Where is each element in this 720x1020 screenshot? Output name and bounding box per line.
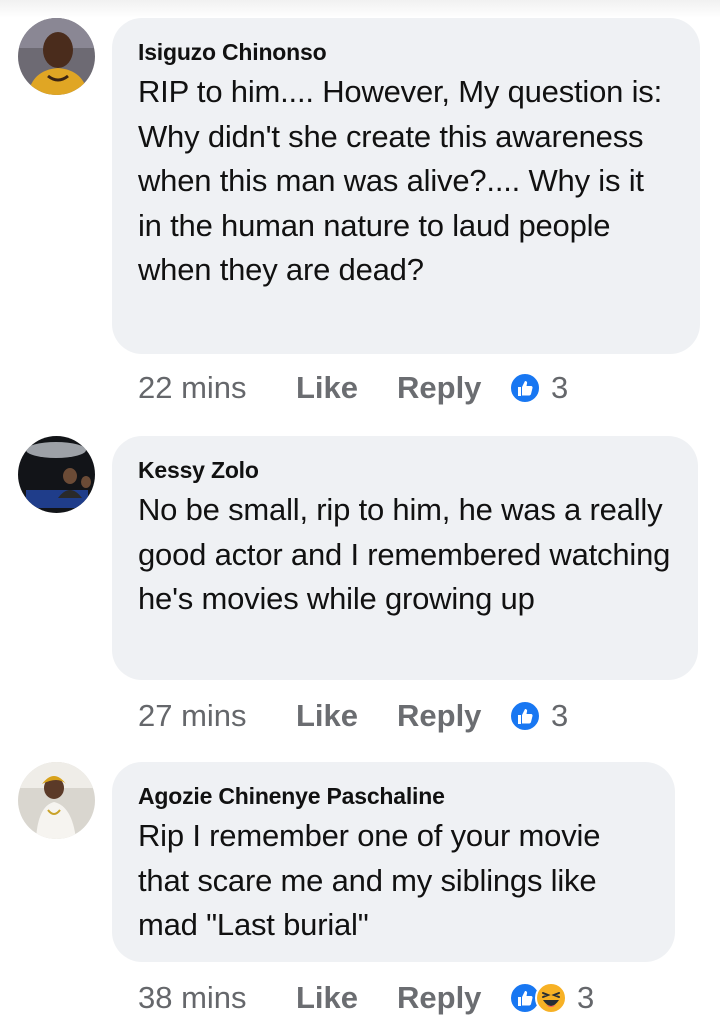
comment-actions: 27 mins Like Reply 3 [138, 696, 568, 736]
comment-timestamp[interactable]: 38 mins [138, 980, 296, 1016]
like-button[interactable]: Like [296, 980, 397, 1016]
like-button[interactable]: Like [296, 698, 397, 734]
avatar[interactable] [18, 762, 95, 839]
reply-button[interactable]: Reply [397, 370, 509, 406]
like-button[interactable]: Like [296, 370, 397, 406]
comment-bubble: Isiguzo Chinonso RIP to him.... However,… [112, 18, 700, 354]
comment-text: No be small, rip to him, he was a really… [138, 492, 671, 616]
like-icon [509, 700, 541, 732]
reactions-summary[interactable] [509, 700, 541, 732]
reaction-count[interactable]: 3 [551, 698, 568, 734]
comment-author[interactable]: Isiguzo Chinonso [138, 38, 674, 66]
comment-text: RIP to him.... However, My question is: … [138, 74, 662, 287]
comment-bubble: Kessy Zolo No be small, rip to him, he w… [112, 436, 698, 680]
comment-actions: 38 mins Like Reply 3 [138, 978, 594, 1018]
reaction-count[interactable]: 3 [551, 370, 568, 406]
reactions-summary[interactable] [509, 982, 567, 1014]
comments-screen: Isiguzo Chinonso RIP to him.... However,… [0, 0, 720, 1020]
like-icon [509, 372, 541, 404]
comment-timestamp[interactable]: 22 mins [138, 370, 296, 406]
avatar[interactable] [18, 18, 95, 95]
comment-actions: 22 mins Like Reply 3 [138, 368, 568, 408]
comment-text: Rip I remember one of your movie that sc… [138, 818, 601, 942]
avatar[interactable] [18, 436, 95, 513]
reactions-summary[interactable] [509, 372, 541, 404]
haha-icon [535, 982, 567, 1014]
comment-timestamp[interactable]: 27 mins [138, 698, 296, 734]
comment-author[interactable]: Agozie Chinenye Paschaline [138, 782, 649, 810]
comment-bubble: Agozie Chinenye Paschaline Rip I remembe… [112, 762, 675, 962]
reaction-count[interactable]: 3 [577, 980, 594, 1016]
reply-button[interactable]: Reply [397, 698, 509, 734]
reply-button[interactable]: Reply [397, 980, 509, 1016]
comment-author[interactable]: Kessy Zolo [138, 456, 672, 484]
